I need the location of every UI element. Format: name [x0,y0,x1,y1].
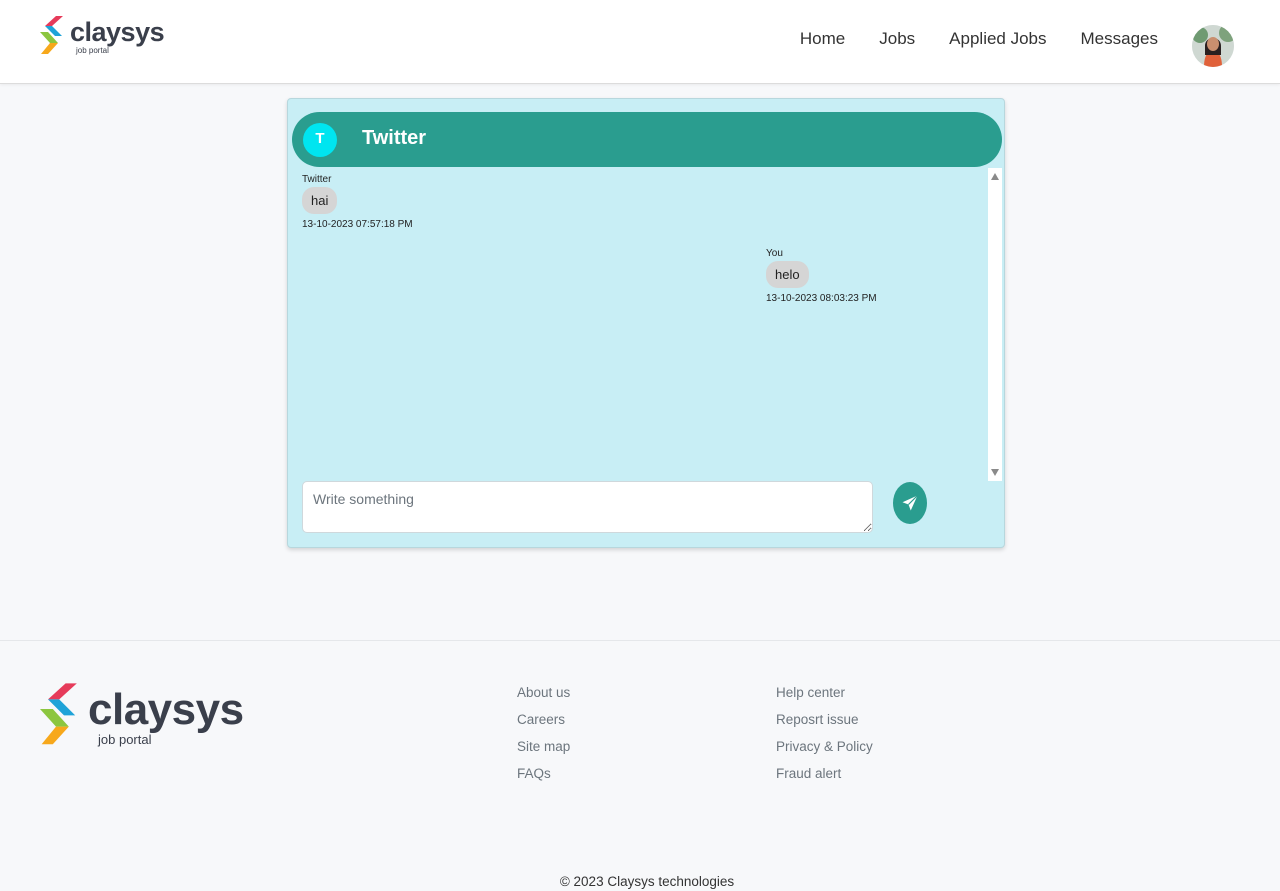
footer-help-center-link[interactable]: Help center [776,684,873,701]
nav-messages-link[interactable]: Messages [1081,29,1158,49]
message-sender: Twitter [302,174,332,185]
footer-site-map-link[interactable]: Site map [517,738,570,755]
message-outgoing: You helo 13-10-2023 08:03:23 PM [766,248,877,304]
nav-home-link[interactable]: Home [800,29,845,49]
scroll-down-arrow-icon[interactable] [991,469,999,476]
logo-tagline: job portal [76,46,109,55]
claysys-logo-icon [40,683,77,745]
footer-about-us-link[interactable]: About us [517,684,570,701]
footer-fraud-alert-link[interactable]: Fraud alert [776,765,873,782]
message-scrollbar[interactable] [988,168,1002,481]
message-bubble: helo [766,261,809,288]
copyright-text: © 2023 Claysys technologies [559,874,735,889]
footer-logo[interactable]: claysys job portal [40,683,244,751]
contact-avatar: T [303,123,337,157]
message-timestamp: 13-10-2023 08:03:23 PM [766,293,877,304]
scroll-up-arrow-icon[interactable] [991,173,999,180]
logo-wordmark: claysys job portal [88,685,244,747]
claysys-logo-icon [40,16,63,54]
footer-report-issue-link[interactable]: Reposrt issue [776,711,873,728]
message-incoming: Twitter hai 13-10-2023 07:57:18 PM [302,174,413,230]
main-nav: Home Jobs Applied Jobs Messages [800,29,1158,49]
message-bubble: hai [302,187,338,214]
footer-divider [0,640,1280,641]
nav-applied-jobs-link[interactable]: Applied Jobs [949,29,1046,49]
message-list[interactable]: Twitter hai 13-10-2023 07:57:18 PM You h… [288,169,988,480]
nav-jobs-link[interactable]: Jobs [879,29,915,49]
chat-header: T Twitter [292,112,1002,167]
footer-privacy-policy-link[interactable]: Privacy & Policy [776,738,873,755]
header-logo[interactable]: claysys job portal [40,16,165,58]
logo-tagline: job portal [98,732,152,747]
user-avatar[interactable] [1192,25,1234,67]
footer-careers-link[interactable]: Careers [517,711,570,728]
message-timestamp: 13-10-2023 07:57:18 PM [302,219,413,230]
logo-name: claysys [70,17,165,47]
contact-name: Twitter [362,127,427,149]
footer-links-company: About us Careers Site map FAQs [517,684,570,782]
top-navbar: claysys job portal Home Jobs Applied Job… [0,0,1280,84]
message-sender: You [766,248,783,259]
paper-plane-icon [902,495,918,511]
footer-faqs-link[interactable]: FAQs [517,765,570,782]
logo-wordmark: claysys job portal [70,17,165,55]
footer-links-support: Help center Reposrt issue Privacy & Poli… [776,684,873,782]
logo-name: claysys [88,685,244,734]
message-input[interactable] [302,481,873,533]
user-avatar-icon [1192,25,1234,67]
send-button[interactable] [893,482,927,524]
